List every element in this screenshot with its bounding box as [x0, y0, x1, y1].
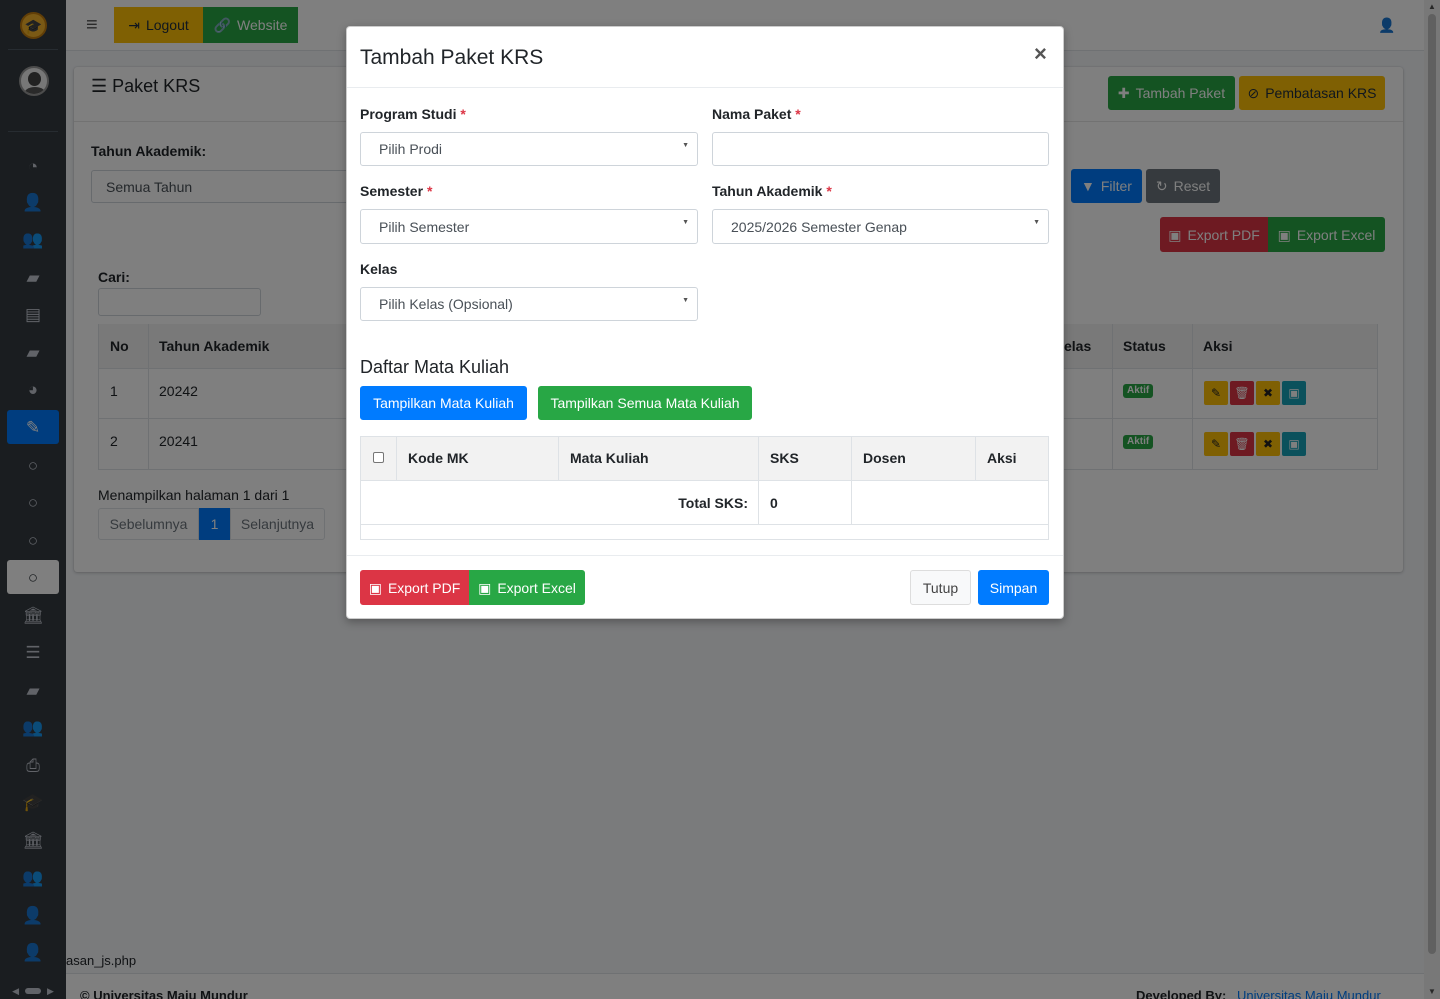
total-sks-label: Total SKS: — [678, 495, 748, 511]
semester-select[interactable]: Pilih Semester ▼ — [360, 209, 698, 244]
semester-label: Semester * — [360, 183, 433, 199]
modal-export-pdf-button[interactable]: ▣ Export PDF — [360, 570, 469, 605]
modal-divider — [347, 555, 1063, 556]
table-gridline — [975, 437, 976, 480]
file-pdf-icon: ▣ — [368, 579, 382, 596]
save-button[interactable]: Simpan — [978, 570, 1049, 605]
table-gridline — [361, 480, 1048, 481]
close-icon[interactable]: × — [1034, 42, 1047, 66]
caret-down-icon: ▼ — [682, 142, 689, 149]
caret-down-icon: ▼ — [1033, 219, 1040, 226]
table-gridline — [396, 437, 397, 480]
caret-down-icon: ▼ — [682, 219, 689, 226]
select-all-checkbox[interactable] — [373, 452, 384, 463]
modal-title: Tambah Paket KRS — [360, 46, 544, 69]
academic-year-select[interactable]: 2025/2026 Semester Genap ▼ — [712, 209, 1049, 244]
show-all-courses-button[interactable]: Tampilkan Semua Mata Kuliah — [538, 386, 752, 420]
column-header: Kode MK — [408, 450, 469, 466]
section-title: Daftar Mata Kuliah — [360, 357, 510, 377]
prodi-label: Program Studi * — [360, 106, 466, 122]
show-courses-button[interactable]: Tampilkan Mata Kuliah — [360, 386, 527, 420]
close-button[interactable]: Tutup — [910, 570, 971, 605]
column-header: Aksi — [987, 450, 1017, 466]
file-excel-icon: ▣ — [478, 579, 492, 596]
package-name-label: Nama Paket * — [712, 106, 801, 122]
class-select[interactable]: Pilih Kelas (Opsional) ▼ — [360, 287, 698, 321]
caret-down-icon: ▼ — [682, 297, 689, 304]
class-label: Kelas — [360, 261, 398, 277]
modal-divider — [347, 87, 1063, 88]
table-gridline — [558, 437, 559, 480]
package-name-input[interactable] — [712, 132, 1049, 166]
academic-year-label: Tahun Akademik * — [712, 183, 832, 199]
modal-export-excel-button[interactable]: ▣ Export Excel — [469, 570, 585, 605]
column-header: Mata Kuliah — [570, 450, 649, 466]
total-sks-value: 0 — [770, 495, 778, 511]
column-header: SKS — [770, 450, 799, 466]
column-header: Dosen — [863, 450, 906, 466]
prodi-select[interactable]: Pilih Prodi ▼ — [360, 132, 698, 166]
table-gridline — [361, 524, 1048, 525]
